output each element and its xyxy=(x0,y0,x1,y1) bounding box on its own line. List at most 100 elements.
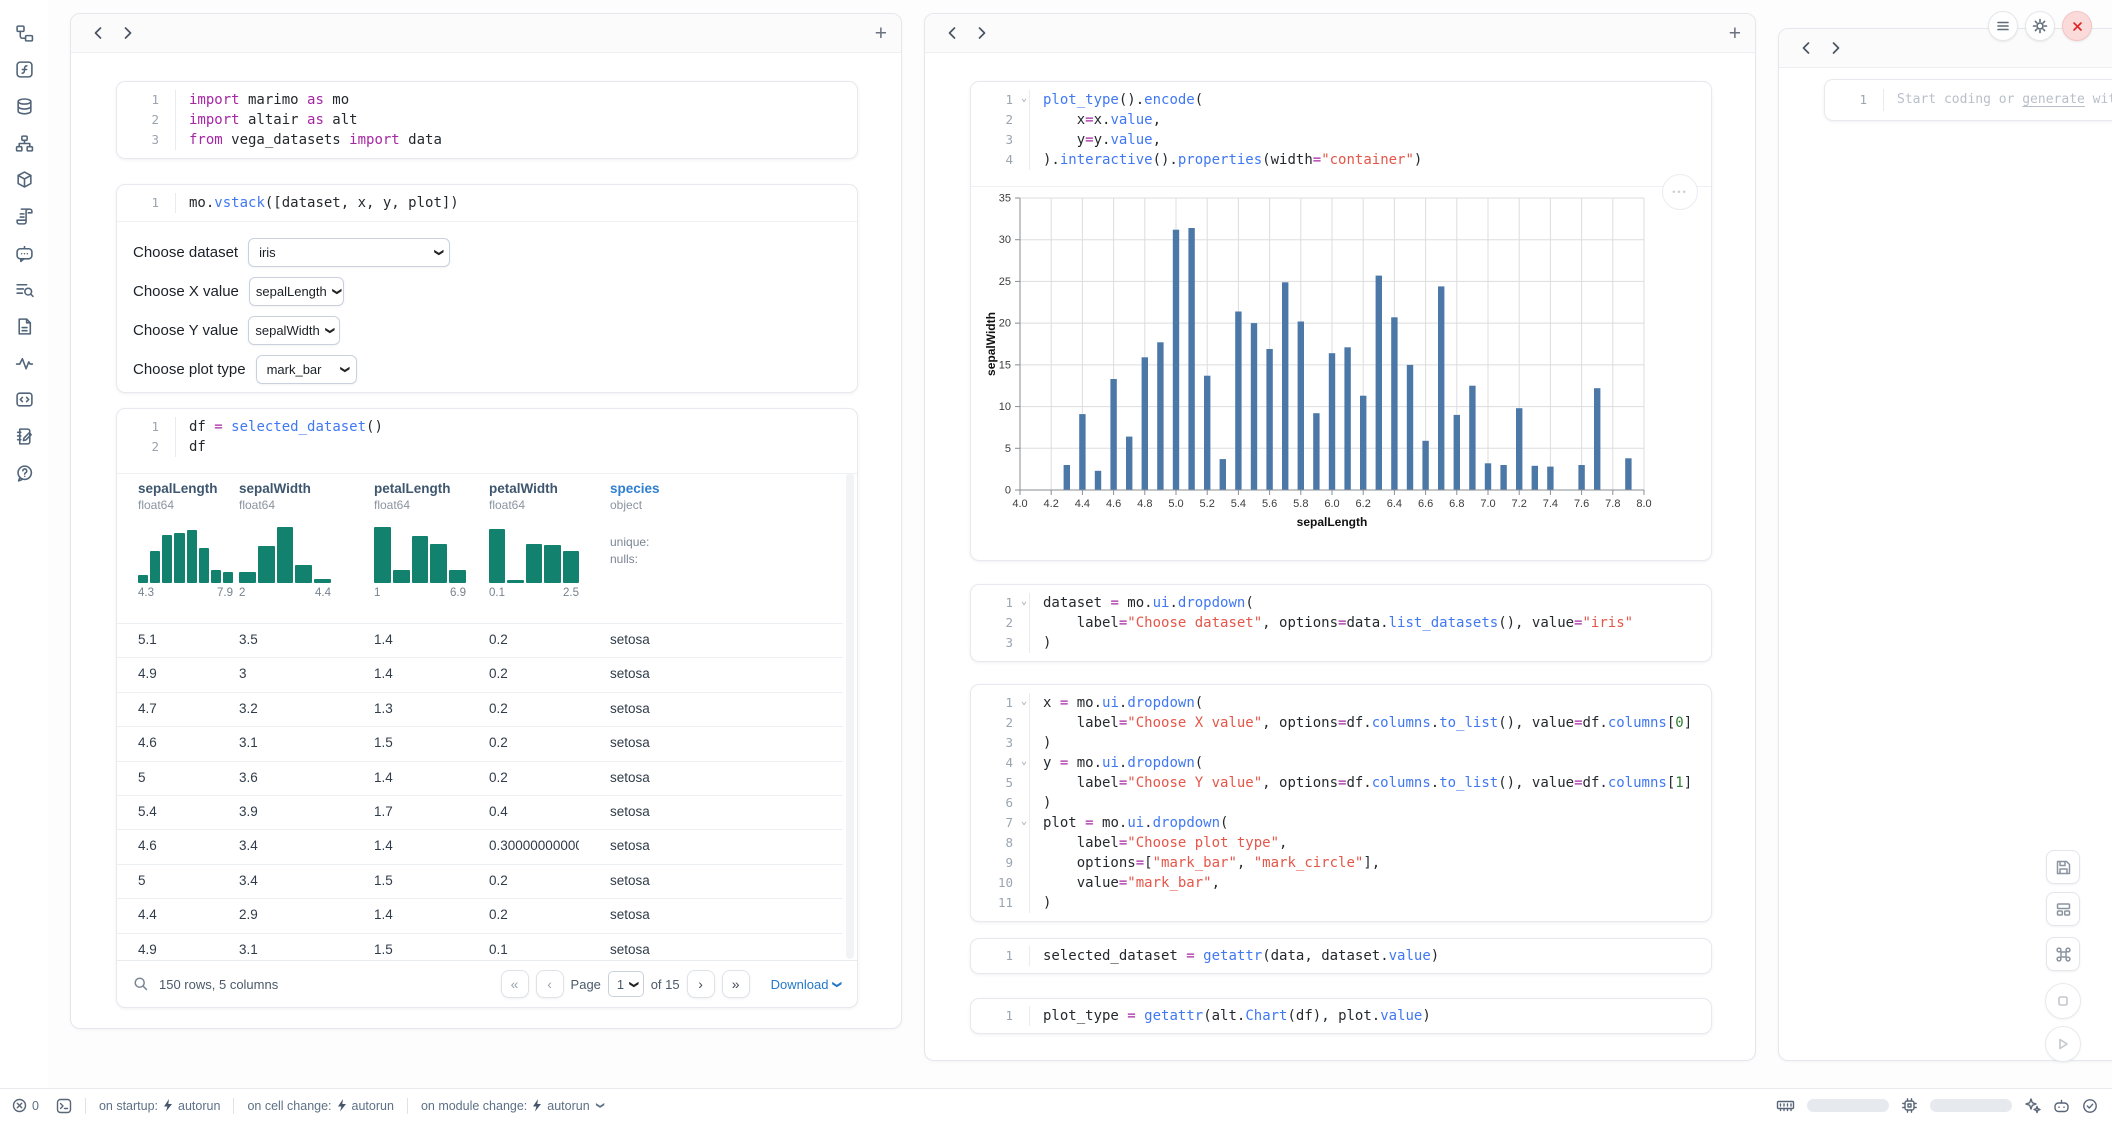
dependency-graph-icon[interactable] xyxy=(13,132,35,154)
code-editor[interactable]: 1df = selected_dataset()2df xyxy=(117,409,857,465)
cell-imports[interactable]: 1import marimo as mo2import altair as al… xyxy=(116,81,858,159)
on-module-change-setting[interactable]: on module change: autorun ❯ xyxy=(421,1099,603,1113)
cell-xy-plot-dropdowns[interactable]: 1⌄x = mo.ui.dropdown(2 label="Choose X v… xyxy=(970,684,1712,922)
fold-toggle-icon[interactable]: ⌄ xyxy=(1021,89,1027,109)
cell-chart[interactable]: 1⌄plot_type().encode(2 x=x.value,3 y=y.v… xyxy=(970,81,1712,561)
table-cell: 3.4 xyxy=(239,873,331,888)
code-editor[interactable]: 1selected_dataset = getattr(data, datase… xyxy=(971,939,1711,973)
dataset-select[interactable]: iris❯ xyxy=(248,238,450,267)
column-header-petalWidth[interactable]: petalWidthfloat640.12.5 xyxy=(489,481,579,599)
column-collapse-left-icon[interactable] xyxy=(937,18,967,48)
add-column-button[interactable]: + xyxy=(1729,23,1741,44)
column-header-sepalLength[interactable]: sepalLengthfloat644.37.9 xyxy=(138,481,233,599)
save-button[interactable] xyxy=(2046,850,2080,884)
on-cell-change-setting[interactable]: on cell change: autorun xyxy=(247,1099,394,1113)
cell-selected-dataset[interactable]: 1selected_dataset = getattr(data, datase… xyxy=(970,938,1712,974)
add-column-button[interactable]: + xyxy=(875,23,887,44)
keyboard-shortcuts-button[interactable] xyxy=(2046,937,2080,971)
fold-toggle-icon[interactable]: ⌄ xyxy=(1021,592,1027,612)
fold-toggle-icon[interactable]: ⌄ xyxy=(1021,752,1027,772)
cell-plot-type[interactable]: 1plot_type = getattr(alt.Chart(df), plot… xyxy=(970,998,1712,1034)
editor-placeholder[interactable]: Start coding or generate with AI xyxy=(1884,89,2112,111)
search-logs-icon[interactable] xyxy=(13,278,35,300)
package-icon[interactable] xyxy=(13,168,35,190)
svg-text:6.8: 6.8 xyxy=(1449,498,1464,510)
cell-dataset-dropdown[interactable]: 1⌄dataset = mo.ui.dropdown(2 label="Choo… xyxy=(970,584,1712,662)
fold-toggle-icon[interactable]: ⌄ xyxy=(1021,812,1027,832)
stop-kernel-button[interactable] xyxy=(2045,983,2081,1019)
column-collapse-right-icon[interactable] xyxy=(1821,33,1851,63)
search-icon[interactable] xyxy=(133,976,149,992)
code-editor[interactable]: 1⌄dataset = mo.ui.dropdown(2 label="Choo… xyxy=(971,585,1711,661)
column-histogram xyxy=(374,525,466,583)
code-line: 3) xyxy=(971,733,1711,753)
column-collapse-left-icon[interactable] xyxy=(83,18,113,48)
terminal-button[interactable] xyxy=(56,1098,72,1114)
code-editor[interactable]: 1⌄x = mo.ui.dropdown(2 label="Choose X v… xyxy=(971,685,1711,921)
run-all-button[interactable] xyxy=(2045,1026,2081,1062)
line-number: 1⌄ xyxy=(971,693,1030,713)
file-tree-icon[interactable] xyxy=(13,22,35,44)
table-cell: 3.1 xyxy=(239,942,331,957)
table-row: 4.63.11.50.2setosa xyxy=(117,726,843,760)
y-value-select[interactable]: sepalWidth❯ xyxy=(248,316,340,345)
cell-empty-new[interactable]: 1 Start coding or generate with AI xyxy=(1824,79,2112,121)
connection-status-icon[interactable] xyxy=(2082,1098,2098,1114)
table-scrollbar[interactable] xyxy=(846,473,854,959)
table-cell: 4.9 xyxy=(138,942,233,957)
table-row: 5.43.91.70.4setosa xyxy=(117,795,843,829)
on-startup-setting[interactable]: on startup: autorun xyxy=(99,1099,220,1113)
column-header-species[interactable]: speciesobjectunique:nulls: xyxy=(610,481,835,568)
errors-indicator[interactable]: 0 xyxy=(12,1098,39,1113)
column-3-header xyxy=(1779,29,2112,68)
svg-text:15: 15 xyxy=(999,359,1011,371)
first-page-button[interactable]: « xyxy=(501,970,529,998)
code-line: 4⌄y = mo.ui.dropdown( xyxy=(971,753,1711,773)
column-collapse-right-icon[interactable] xyxy=(113,18,143,48)
chart-actions-button[interactable]: ••• xyxy=(1662,174,1698,210)
column-collapse-left-icon[interactable] xyxy=(1791,33,1821,63)
last-page-button[interactable]: » xyxy=(722,970,750,998)
prev-page-button[interactable]: ‹ xyxy=(536,970,564,998)
logs-icon[interactable] xyxy=(13,205,35,227)
code-line: 4).interactive().properties(width="conta… xyxy=(971,150,1711,170)
chevron-down-icon: ❯ xyxy=(628,980,639,988)
menu-button[interactable] xyxy=(1988,11,2018,41)
generate-with-ai-link[interactable]: generate xyxy=(2022,92,2085,107)
code-editor[interactable]: 1mo.vstack([dataset, x, y, plot]) xyxy=(117,185,857,221)
line-number: 1 xyxy=(971,1006,1030,1026)
cell-dataframe[interactable]: 1df = selected_dataset()2df sepalLengthf… xyxy=(116,408,858,1008)
snippets-icon[interactable] xyxy=(13,388,35,410)
svg-text:6.0: 6.0 xyxy=(1324,498,1339,510)
ai-sparkles-button[interactable] xyxy=(2024,1097,2041,1114)
chatbot-button[interactable] xyxy=(2053,1098,2070,1114)
settings-button[interactable] xyxy=(2025,11,2055,41)
database-icon[interactable] xyxy=(13,95,35,117)
function-icon[interactable] xyxy=(13,58,35,80)
table-cell: 4.6 xyxy=(138,735,233,750)
close-button[interactable] xyxy=(2062,11,2092,41)
code-editor[interactable]: 1import marimo as mo2import altair as al… xyxy=(117,82,857,158)
line-number: 11 xyxy=(971,893,1030,913)
code-line: 3 y=y.value, xyxy=(971,130,1711,150)
help-icon[interactable] xyxy=(13,462,35,484)
column-header-sepalWidth[interactable]: sepalWidthfloat6424.4 xyxy=(239,481,331,599)
page-select[interactable]: 1❯ xyxy=(608,971,644,997)
next-page-button[interactable]: › xyxy=(687,970,715,998)
altair-bar-chart[interactable]: 4.04.24.44.64.85.05.25.45.65.86.06.26.46… xyxy=(981,190,1701,540)
code-editor[interactable]: 1plot_type = getattr(alt.Chart(df), plot… xyxy=(971,999,1711,1033)
plot-type-select[interactable]: mark_bar❯ xyxy=(256,355,357,384)
x-value-select[interactable]: sepalLength❯ xyxy=(249,277,344,306)
download-button[interactable]: Download❯ xyxy=(771,977,841,992)
activity-icon[interactable] xyxy=(13,352,35,374)
column-header-petalLength[interactable]: petalLengthfloat6416.9 xyxy=(374,481,466,599)
column-collapse-right-icon[interactable] xyxy=(967,18,997,48)
scratchpad-icon[interactable] xyxy=(13,425,35,447)
code-editor[interactable]: 1⌄plot_type().encode(2 x=x.value,3 y=y.v… xyxy=(971,82,1711,178)
cell-vstack[interactable]: 1mo.vstack([dataset, x, y, plot]) Choose… xyxy=(116,184,858,393)
fold-toggle-icon[interactable]: ⌄ xyxy=(1021,692,1027,712)
document-icon[interactable] xyxy=(13,315,35,337)
layout-button[interactable] xyxy=(2046,892,2080,926)
chat-bot-icon[interactable] xyxy=(13,242,35,264)
table-cell: 1.7 xyxy=(374,804,466,819)
